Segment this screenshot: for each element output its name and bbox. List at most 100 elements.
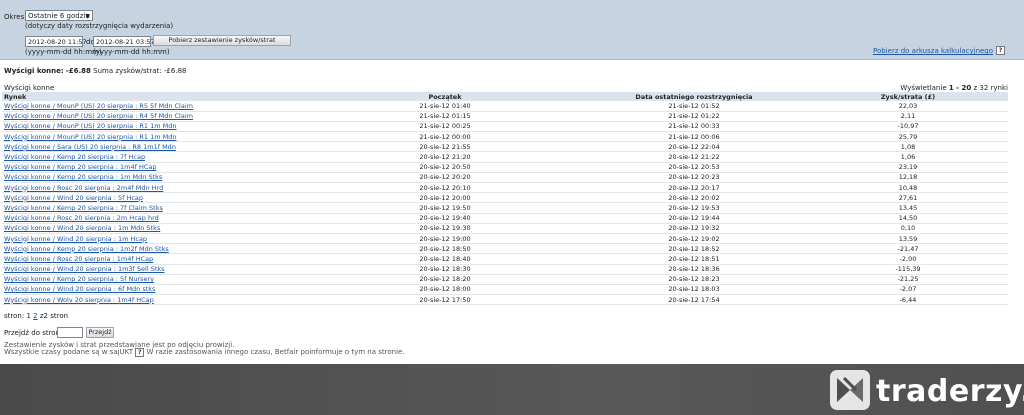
market-link[interactable]: Wyścigi konne / Kemp 20 sierpnia : 1m Md… bbox=[4, 173, 162, 181]
date-from-value: 2012-08-20 11:57 bbox=[28, 38, 87, 46]
market-link[interactable]: Wyścigi konne / Wind 20 sierpnia : 1m Hc… bbox=[4, 235, 147, 243]
cell-start: 20-sie-12 21:20 bbox=[310, 151, 580, 163]
cell-market: Wyścigi konne / Kemp 20 sierpnia : 7f Cl… bbox=[2, 202, 310, 214]
table-row: Wyścigi konne / MounP (US) 20 sierpnia :… bbox=[2, 121, 1008, 133]
cell-settled: 21-sie-12 01:52 bbox=[580, 101, 808, 112]
cell-settled: 20-sie-12 18:51 bbox=[580, 253, 808, 265]
market-link[interactable]: Wyścigi konne / Wind 20 sierpnia : 6f Md… bbox=[4, 285, 155, 293]
cell-start: 20-sie-12 21:55 bbox=[310, 141, 580, 153]
table-row: Wyścigi konne / Kemp 20 sierpnia : 1m4f … bbox=[2, 162, 1008, 173]
market-link[interactable]: Wyścigi konne / Rosc 20 sierpnia : 2m4f … bbox=[4, 184, 163, 192]
table-row: Wyścigi konne / Wind 20 sierpnia : 1m Md… bbox=[2, 223, 1008, 234]
col-pl-header[interactable]: Zysk/strata (£) bbox=[808, 92, 1008, 101]
summary: Wyścigi konne: -£6.88 Suma zysków/strat:… bbox=[4, 67, 186, 75]
table-row: Wyścigi konne / Wind 20 sierpnia : 5f Hc… bbox=[2, 192, 1008, 204]
cell-start: 20-sie-12 20:10 bbox=[310, 182, 580, 194]
table-row: Wyścigi konne / MounP (US) 20 sierpnia :… bbox=[2, 101, 1008, 112]
date-from-format-hint: (yyyy-mm-dd hh:mm) bbox=[25, 48, 102, 56]
cell-market: Wyścigi konne / Wind 20 sierpnia : 5f Hc… bbox=[2, 192, 310, 204]
help-icon[interactable]: ? bbox=[996, 46, 1005, 55]
summary-sum-value: -£6.88 bbox=[163, 67, 187, 75]
timezone-note-b: W razie zastosowania innego czasu, Betfa… bbox=[146, 348, 405, 356]
summary-title: Wyścigi konne: bbox=[4, 67, 64, 75]
table-row: Wyścigi konne / Kemp 20 sierpnia : 5f Nu… bbox=[2, 274, 1008, 285]
period-select[interactable]: Ostatnie 6 godzin ▼ bbox=[25, 10, 93, 21]
cell-settled: 20-sie-12 19:02 bbox=[580, 233, 808, 245]
market-link[interactable]: Wyścigi konne / Kemp 20 sierpnia : 1m4f … bbox=[4, 163, 157, 171]
period-label: Okres: bbox=[4, 13, 27, 21]
cell-pl: 27,61 bbox=[808, 192, 1008, 204]
col-settled-header[interactable]: Data ostatniego rozstrzygnięcia bbox=[580, 92, 808, 101]
market-link[interactable]: Wyścigi konne / MounP (US) 20 sierpnia :… bbox=[4, 122, 177, 130]
date-to-input[interactable]: 2012-08-21 03:57 bbox=[93, 36, 155, 47]
col-start-header[interactable]: Początek bbox=[310, 92, 580, 101]
market-link[interactable]: Wyścigi konne / Kemp 20 sierpnia : 7f Hc… bbox=[4, 153, 145, 161]
cell-market: Wyścigi konne / Wind 20 sierpnia : 1m3f … bbox=[2, 264, 310, 275]
cell-start: 21-sie-12 01:40 bbox=[310, 101, 580, 112]
cell-market: Wyścigi konne / Wolv 20 sierpnia : 1m4f … bbox=[2, 294, 310, 306]
cell-pl: 25,79 bbox=[808, 131, 1008, 143]
table-row: Wyścigi konne / Wolv 20 sierpnia : 1m4f … bbox=[2, 294, 1008, 306]
cell-market: Wyścigi konne / Rosc 20 sierpnia : 2m4f … bbox=[2, 182, 310, 194]
period-note: (dotyczy daty rozstrzygnięcia wydarzenia… bbox=[25, 22, 174, 30]
cell-market: Wyścigi konne / Kemp 20 sierpnia : 1m4f … bbox=[2, 162, 310, 173]
market-link[interactable]: Wyścigi konne / Sara (US) 20 sierpnia : … bbox=[4, 143, 176, 151]
cell-market: Wyścigi konne / Kemp 20 sierpnia : 1m Md… bbox=[2, 172, 310, 184]
watermark-text: traderzy.pl bbox=[876, 374, 1024, 409]
table-row: Wyścigi konne / Rosc 20 sierpnia : 2m Hc… bbox=[2, 213, 1008, 224]
cell-settled: 20-sie-12 18:36 bbox=[580, 264, 808, 275]
market-link[interactable]: Wyścigi konne / Kemp 20 sierpnia : 5f Nu… bbox=[4, 275, 154, 283]
cell-settled: 21-sie-12 01:22 bbox=[580, 111, 808, 122]
pagination-next[interactable]: 2 bbox=[33, 312, 37, 320]
market-link[interactable]: Wyścigi konne / MounP (US) 20 sierpnia :… bbox=[4, 112, 193, 120]
table-row: Wyścigi konne / Kemp 20 sierpnia : 1m Md… bbox=[2, 172, 1008, 184]
showing-suffix: z 32 rynki bbox=[973, 84, 1009, 92]
table-row: Wyścigi konne / Rosc 20 sierpnia : 1m4f … bbox=[2, 253, 1008, 265]
goto-page-button[interactable]: Przejdź bbox=[86, 327, 114, 338]
timezone-help-icon[interactable]: ? bbox=[135, 348, 145, 357]
market-link[interactable]: Wyścigi konne / MounP (US) 20 sierpnia :… bbox=[4, 102, 193, 110]
pagination: stron: 1 2 z2 stron bbox=[4, 312, 68, 320]
market-link[interactable]: Wyścigi konne / Kemp 20 sierpnia : 1m2f … bbox=[4, 245, 169, 253]
cell-market: Wyścigi konne / Kemp 20 sierpnia : 7f Hc… bbox=[2, 151, 310, 163]
cell-pl: -10,97 bbox=[808, 121, 1008, 133]
cell-market: Wyścigi konne / Wind 20 sierpnia : 6f Md… bbox=[2, 284, 310, 296]
market-link[interactable]: Wyścigi konne / Wolv 20 sierpnia : 1m4f … bbox=[4, 296, 154, 304]
cell-pl: -21,47 bbox=[808, 243, 1008, 255]
table-row: Wyścigi konne / Kemp 20 sierpnia : 1m2f … bbox=[2, 243, 1008, 255]
cell-market: Wyścigi konne / Rosc 20 sierpnia : 2m Hc… bbox=[2, 213, 310, 224]
market-link[interactable]: Wyścigi konne / Wind 20 sierpnia : 1m3f … bbox=[4, 265, 165, 273]
market-link[interactable]: Wyścigi konne / MounP (US) 20 sierpnia :… bbox=[4, 133, 177, 141]
cell-market: Wyścigi konne / Wind 20 sierpnia : 1m Md… bbox=[2, 223, 310, 234]
market-link[interactable]: Wyścigi konne / Wind 20 sierpnia : 5f Hc… bbox=[4, 194, 143, 202]
market-link[interactable]: Wyścigi konne / Rosc 20 sierpnia : 2m Hc… bbox=[4, 214, 159, 222]
col-market-header[interactable]: Rynek bbox=[2, 92, 310, 101]
cell-settled: 21-sie-12 00:33 bbox=[580, 121, 808, 133]
date-from-input[interactable]: 2012-08-20 11:57 bbox=[25, 36, 87, 47]
goto-page-input[interactable] bbox=[57, 327, 83, 338]
cell-pl: 1,06 bbox=[808, 151, 1008, 163]
cell-pl: -6,44 bbox=[808, 294, 1008, 306]
cell-market: Wyścigi konne / Kemp 20 sierpnia : 5f Nu… bbox=[2, 274, 310, 285]
cell-market: Wyścigi konne / Rosc 20 sierpnia : 1m4f … bbox=[2, 253, 310, 265]
table-row: Wyścigi konne / Wind 20 sierpnia : 6f Md… bbox=[2, 284, 1008, 296]
cell-settled: 20-sie-12 18:03 bbox=[580, 284, 808, 296]
table-header-row: Rynek Początek Data ostatniego rozstrzyg… bbox=[2, 92, 1008, 101]
fetch-report-button[interactable]: Pobierz zestawienie zysków/strat bbox=[153, 35, 291, 46]
cell-market: Wyścigi konne / Kemp 20 sierpnia : 1m2f … bbox=[2, 243, 310, 255]
cell-settled: 20-sie-12 18:23 bbox=[580, 274, 808, 285]
cell-settled: 20-sie-12 20:23 bbox=[580, 172, 808, 184]
market-link[interactable]: Wyścigi konne / Wind 20 sierpnia : 1m Md… bbox=[4, 224, 160, 232]
download-spreadsheet-link[interactable]: Pobierz do arkusza kalkulacyjnego bbox=[873, 47, 993, 55]
market-link[interactable]: Wyścigi konne / Kemp 20 sierpnia : 7f Cl… bbox=[4, 204, 163, 212]
cell-pl: 14,50 bbox=[808, 213, 1008, 224]
cell-pl: 2,11 bbox=[808, 111, 1008, 122]
cell-settled: 20-sie-12 20:17 bbox=[580, 182, 808, 194]
watermark: traderzy.pl bbox=[826, 364, 1024, 415]
table-row: Wyścigi konne / MounP (US) 20 sierpnia :… bbox=[2, 131, 1008, 143]
cell-start: 21-sie-12 00:00 bbox=[310, 131, 580, 143]
showing-count: Wyświetlanie 1 - 20 z 32 rynki bbox=[900, 84, 1008, 92]
cell-settled: 20-sie-12 17:54 bbox=[580, 294, 808, 306]
market-link[interactable]: Wyścigi konne / Rosc 20 sierpnia : 1m4f … bbox=[4, 255, 153, 263]
profit-loss-table: Rynek Początek Data ostatniego rozstrzyg… bbox=[2, 92, 1008, 306]
